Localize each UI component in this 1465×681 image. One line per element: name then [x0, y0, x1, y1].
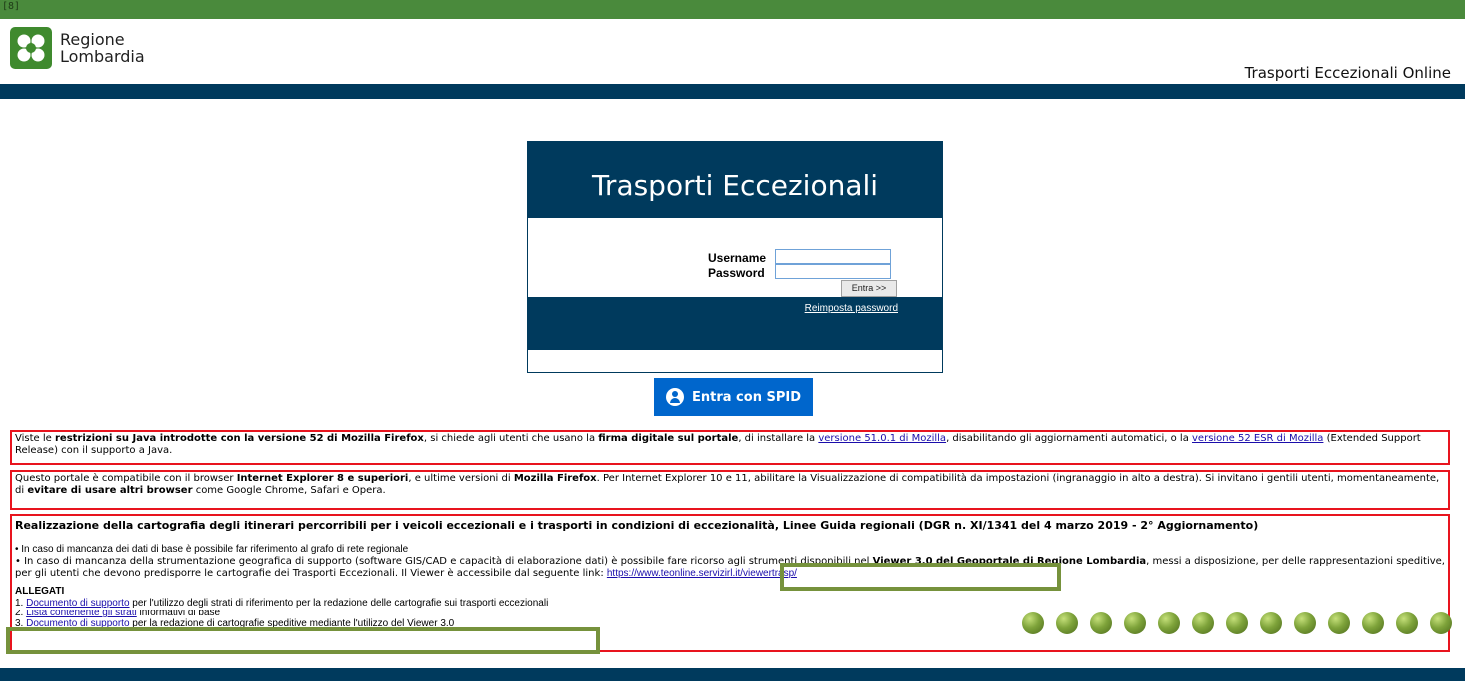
- bullet-2: • In caso di mancanza della strumentazio…: [15, 556, 1445, 580]
- notice-text: • In caso di mancanza della strumentazio…: [15, 556, 873, 567]
- mozilla-52-esr-link[interactable]: versione 52 ESR di Mozilla: [1192, 433, 1323, 444]
- spid-label: Entra con SPID: [692, 389, 801, 405]
- notice-text: informativi di base: [136, 610, 221, 618]
- logo-line-1: Regione: [60, 30, 125, 49]
- allegato-1: 1. Documento di supporto per l'utilizzo …: [15, 598, 1445, 610]
- green-dot-icon: [1226, 612, 1248, 634]
- password-field[interactable]: [775, 264, 891, 279]
- username-label: Username: [708, 251, 767, 265]
- green-dot-icon: [1124, 612, 1146, 634]
- logo-line-2: Lombardia: [60, 47, 145, 66]
- allegato-1-link[interactable]: Documento di supporto: [26, 598, 129, 609]
- notice-text: come Google Chrome, Safari e Opera.: [192, 485, 386, 496]
- spid-login-button[interactable]: Entra con SPID: [654, 378, 813, 416]
- viewer-link[interactable]: https://www.teonline.servizirl.it/viewer…: [607, 568, 797, 579]
- bullet-1: • In caso di mancanza dei dati di base è…: [15, 544, 409, 555]
- notice-text: Questo portale è compatibile con il brow…: [15, 473, 237, 484]
- notice-text: , e ultime versioni di: [408, 473, 514, 484]
- green-dot-icon: [1022, 612, 1044, 634]
- green-dot-icon: [1362, 612, 1384, 634]
- allegati-heading: ALLEGATI: [15, 586, 65, 597]
- top-green-bar: [8]: [0, 0, 1465, 19]
- login-footer: Reimposta password: [528, 297, 942, 350]
- username-field[interactable]: [775, 249, 891, 264]
- notice-bold: restrizioni su Java introdotte con la ve…: [54, 433, 424, 444]
- notice-text: , si chiede agli utenti che usano la: [423, 433, 599, 444]
- highlight-box-allegato-3: [6, 627, 600, 654]
- green-dot-icon: [1430, 612, 1452, 634]
- green-dot-icon: [1192, 612, 1214, 634]
- notice-text: , disabilitando gli aggiornamenti automa…: [946, 433, 1193, 444]
- notice-bold: Mozilla Firefox: [513, 473, 597, 484]
- java-restriction-notice: Viste le restrizioni su Java introdotte …: [10, 430, 1450, 465]
- footer-bar: [0, 668, 1465, 681]
- login-submit-button[interactable]: Entra >>: [841, 280, 897, 297]
- notice-bold: Internet Explorer 8 e superiori: [236, 473, 409, 484]
- cartography-title: Realizzazione della cartografia degli it…: [15, 519, 1259, 532]
- login-title: Trasporti Eccezionali: [528, 142, 942, 218]
- browser-compat-notice: Questo portale è compatibile con il brow…: [10, 470, 1450, 510]
- notice-text: Viste le: [15, 433, 55, 444]
- password-label: Password: [708, 266, 765, 280]
- lombardia-rose-icon: [10, 27, 52, 69]
- green-dot-icon: [1294, 612, 1316, 634]
- green-dot-icon: [1090, 612, 1112, 634]
- green-dot-icon: [1158, 612, 1180, 634]
- user-icon: [666, 388, 684, 406]
- green-dot-icon: [1328, 612, 1350, 634]
- notice-bold: firma digitale sul portale: [598, 433, 739, 444]
- window-tag: [8]: [2, 1, 21, 12]
- green-dot-icon: [1396, 612, 1418, 634]
- notice-text: , di installare la: [738, 433, 819, 444]
- login-panel: Trasporti Eccezionali Username Password …: [527, 141, 943, 373]
- logo-text: Regione Lombardia: [60, 31, 145, 65]
- highlight-box-viewer-link: [780, 563, 1061, 591]
- progress-dots: [1022, 612, 1452, 634]
- reset-password-link[interactable]: Reimposta password: [805, 303, 898, 314]
- header-navbar: [0, 84, 1465, 99]
- allegato-2-link[interactable]: Lista contenente gli strati: [26, 610, 137, 618]
- regione-lombardia-logo[interactable]: Regione Lombardia: [10, 26, 145, 70]
- app-title: Trasporti Eccezionali Online: [1244, 64, 1451, 82]
- allegato-number: 1.: [15, 598, 27, 609]
- notice-bold: evitare di usare altri browser: [27, 485, 193, 496]
- mozilla-51-link[interactable]: versione 51.0.1 di Mozilla: [818, 433, 946, 444]
- green-dot-icon: [1260, 612, 1282, 634]
- allegato-number: 2.: [15, 610, 27, 618]
- notice-text: per l'utilizzo degli strati di riferimen…: [129, 598, 549, 609]
- green-dot-icon: [1056, 612, 1078, 634]
